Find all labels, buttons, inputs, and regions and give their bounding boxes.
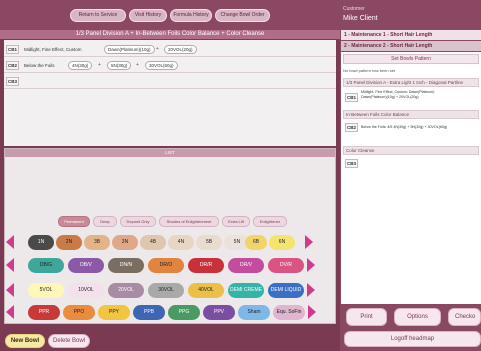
service-item[interactable]: 1 - Maintenance 1 - Short Hair Length: [341, 30, 481, 40]
tab-enlightener[interactable]: Enlightener: [253, 216, 287, 227]
new-bowl-button[interactable]: New Bowl: [5, 334, 45, 348]
formula-item[interactable]: 30VOL(60g): [145, 61, 178, 70]
customer-detail: Set Bowls Pattern No bowl pattern has be…: [341, 52, 481, 304]
bottom-bar: New Bowl Delete Bowl: [0, 328, 340, 351]
color-chip[interactable]: 5VOL: [28, 283, 64, 298]
bowl-row[interactable]: CB2 Below the Foils 4N(30g) + 5N(30g) + …: [4, 59, 336, 73]
customer-pane: Customer Mike Client 1 - Maintenance 1 -…: [340, 0, 481, 351]
bowl-summary: Below the Foils: 4/5 4N(30g) + 5N(30g) +…: [361, 125, 448, 129]
toolbar: Return to Service Visit History Formula …: [0, 0, 340, 30]
plus-sign: +: [136, 62, 139, 68]
scroll-right-arrow-icon[interactable]: [307, 283, 315, 297]
formula-item[interactable]: 4N(30g): [68, 61, 93, 70]
change-bowl-order-button[interactable]: Change Bowl Order: [215, 9, 270, 22]
scroll-left-arrow-icon[interactable]: [6, 305, 14, 319]
color-chip[interactable]: 3B: [84, 235, 110, 250]
color-chip[interactable]: DB/G: [28, 258, 64, 273]
formula-title: 1/3 Panel Division A + In-Between Foils …: [0, 30, 340, 39]
bowl-badge: CB3: [6, 77, 19, 86]
formula-history-button[interactable]: Formula History: [170, 9, 212, 22]
checkout-button[interactable]: Checko: [448, 308, 481, 326]
bowl-badge: CB2: [345, 123, 358, 132]
color-chip[interactable]: 3N: [112, 235, 138, 250]
color-chip[interactable]: DB/V: [68, 258, 104, 273]
formula-item[interactable]: 20VOL(20g): [164, 45, 197, 54]
bowl-row[interactable]: CB1 Midlight, Fine Effect, Custom Dawn(P…: [4, 43, 336, 57]
scroll-right-arrow-icon[interactable]: [307, 258, 315, 272]
color-chip[interactable]: Sham: [238, 305, 270, 320]
plus-sign: +: [98, 62, 101, 68]
bowl-label: Midlight, Fine Effect, Custom: [24, 47, 82, 52]
tab-deep[interactable]: Deep: [93, 216, 117, 227]
color-chip[interactable]: 4N: [168, 235, 194, 250]
list-title: LIST: [5, 149, 335, 157]
color-chip[interactable]: 1N: [28, 235, 54, 250]
logoff-button[interactable]: Logoff headmap: [344, 331, 481, 347]
color-chip[interactable]: 10VOL: [68, 283, 104, 298]
section-title: In-Between Foils Color Balance: [343, 110, 479, 119]
bowl-badge: CB1: [6, 45, 19, 54]
formula-item[interactable]: Dawn(Platinum)(10g): [104, 45, 155, 54]
customer-name: Mike Client: [343, 15, 378, 22]
set-bowls-pattern-button[interactable]: Set Bowls Pattern: [343, 54, 479, 64]
tab-permanent[interactable]: Permanent: [58, 216, 90, 227]
color-chip[interactable]: DR/V: [228, 258, 264, 273]
color-chip[interactable]: DR/R: [188, 258, 224, 273]
delete-bowl-button[interactable]: Delete Bowl: [48, 334, 90, 348]
bowl-badge: CB1: [345, 93, 358, 102]
no-pattern-message: No bowl pattern has been set: [343, 68, 396, 73]
tab-deposit-only[interactable]: Deposit Only: [120, 216, 156, 227]
scroll-right-arrow-icon[interactable]: [308, 305, 316, 319]
color-chip[interactable]: PPB: [133, 305, 165, 320]
bowl-badge: CB2: [6, 61, 19, 70]
scroll-left-arrow-icon[interactable]: [6, 283, 14, 297]
tab-shades-of-enlightenment[interactable]: Shades of Enlightenment: [159, 216, 219, 227]
color-chip[interactable]: PPV: [203, 305, 235, 320]
bowl-row[interactable]: CB3: [4, 75, 336, 89]
formula-item[interactable]: 5N(30g): [107, 61, 132, 70]
color-chip[interactable]: PPR: [28, 305, 60, 320]
section-title: Color Cleanse: [343, 146, 479, 155]
color-chip[interactable]: DR/O: [148, 258, 184, 273]
color-chip[interactable]: 5B: [196, 235, 222, 250]
color-chip[interactable]: 6N: [269, 235, 295, 250]
color-chip[interactable]: PPY: [98, 305, 130, 320]
section-title: 1/3 Panel Division A - Extra Light 1 Inc…: [343, 78, 479, 87]
color-chip[interactable]: DEMI LIQUID: [268, 283, 304, 298]
scroll-right-arrow-icon[interactable]: [305, 235, 313, 249]
color-chip[interactable]: 2N: [56, 235, 82, 250]
service-item-selected[interactable]: 2 - Maintenance 2 - Short Hair Length: [341, 41, 481, 51]
tab-extra-lift[interactable]: Extra Lift: [222, 216, 250, 227]
formula-pane: Return to Service Visit History Formula …: [0, 0, 340, 351]
bowl-label: Below the Foils: [24, 63, 55, 68]
color-chip[interactable]: 30VOL: [148, 283, 184, 298]
bowl-badge: CB3: [345, 159, 358, 168]
scroll-left-arrow-icon[interactable]: [6, 258, 14, 272]
formula-bowls: CB1 Midlight, Fine Effect, Custom Dawn(P…: [4, 40, 336, 146]
return-to-service-button[interactable]: Return to Service: [70, 9, 126, 22]
options-button[interactable]: Options: [394, 308, 441, 326]
color-chip[interactable]: DV/R: [268, 258, 304, 273]
color-chip[interactable]: DEMI CREME: [228, 283, 264, 298]
print-button[interactable]: Print: [346, 308, 387, 326]
color-chip[interactable]: 20VOL: [108, 283, 144, 298]
color-chip[interactable]: PPO: [63, 305, 95, 320]
color-chip[interactable]: Equ. SoFin: [273, 305, 305, 320]
visit-history-button[interactable]: Visit History: [129, 9, 167, 22]
color-chip[interactable]: 4B: [140, 235, 166, 250]
color-chip[interactable]: PPG: [168, 305, 200, 320]
plus-sign: +: [156, 46, 159, 52]
customer-label: Customer: [343, 6, 365, 12]
scroll-left-arrow-icon[interactable]: [6, 235, 14, 249]
bowl-summary: Dawn(Platinum)(10g) + 20VOL(20g): [361, 95, 419, 99]
color-chip[interactable]: 6B: [245, 235, 267, 250]
color-chip[interactable]: DN/N: [108, 258, 144, 273]
color-chip[interactable]: 40VOL: [188, 283, 224, 298]
